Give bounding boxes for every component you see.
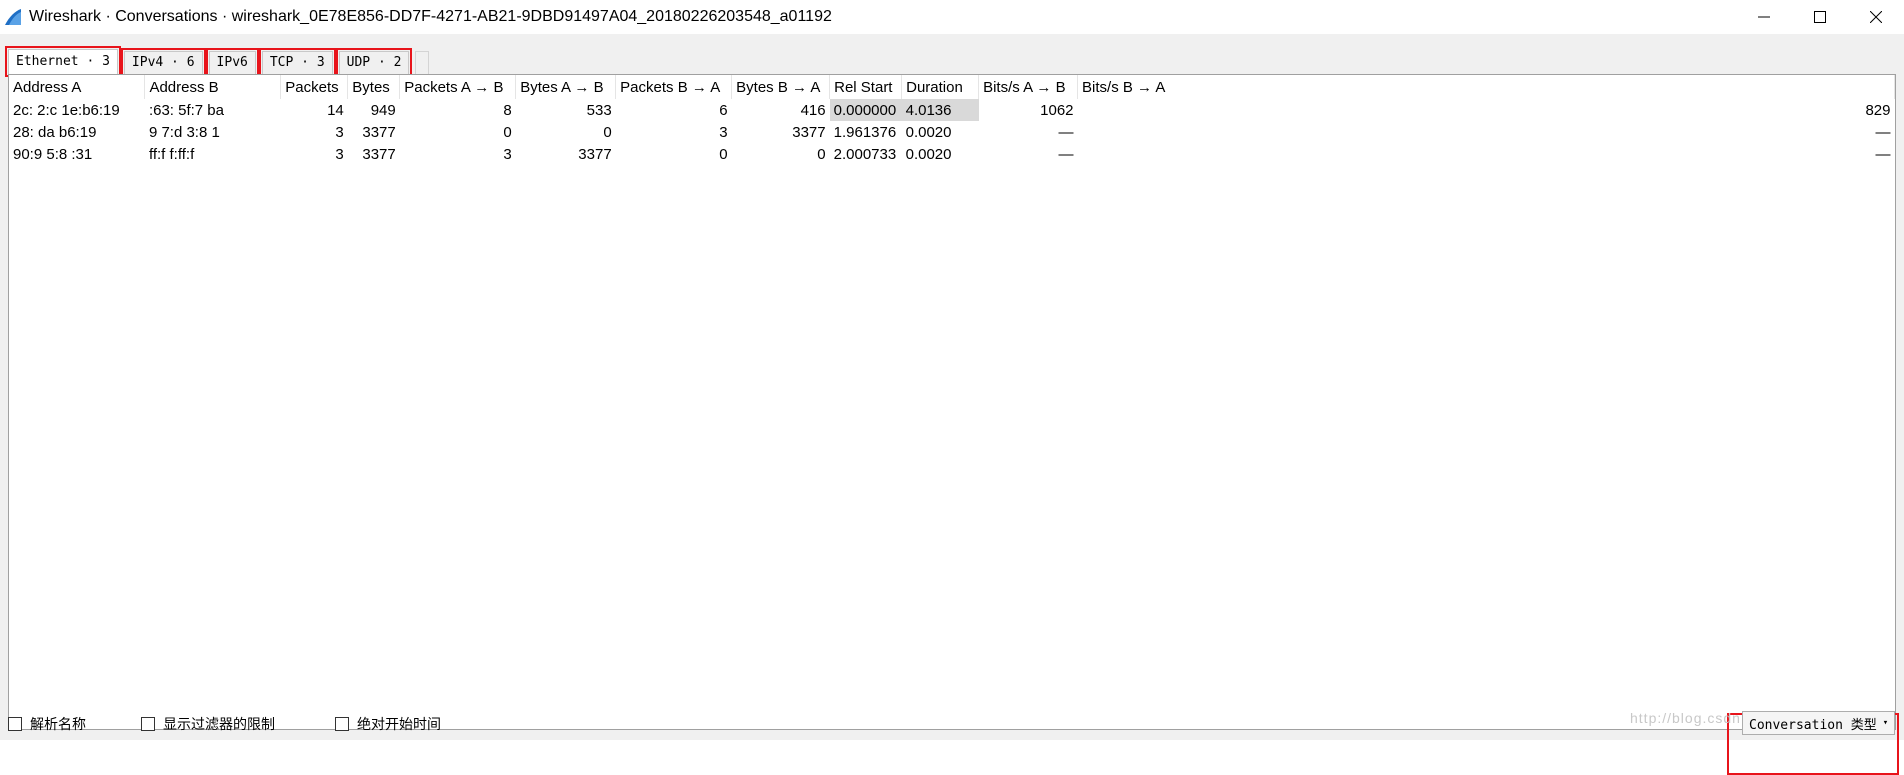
table-cell: 416	[800, 101, 826, 119]
table-cell: 0	[503, 123, 512, 141]
close-icon	[1870, 11, 1882, 23]
table-cell: —	[1875, 123, 1891, 141]
table-cell: 1.961376	[833, 123, 897, 141]
conversation-tabs: Ethernet · 3 IPv4 · 6 IPv6 TCP · 3 UDP ·…	[5, 46, 430, 77]
column-header[interactable]: Bits/s B → A	[1077, 75, 1895, 99]
table-cell: 28: da b6:19	[13, 123, 97, 141]
tab-udp[interactable]: UDP · 2	[335, 48, 413, 77]
conversation-type-label: Conversation 类型	[1749, 717, 1877, 733]
table-cell: 2c: 2:c 1e:b6:19	[13, 101, 120, 119]
table-cell: —	[1058, 123, 1074, 141]
limit-to-filter-checkbox[interactable]: 显示过滤器的限制	[141, 714, 275, 734]
minimize-icon	[1758, 16, 1770, 18]
tab-ipv6[interactable]: IPv6	[205, 48, 259, 77]
tab-ipv4[interactable]: IPv4 · 6	[120, 48, 206, 77]
conversation-table[interactable]: Address A Address B Packets Bytes Packets A …	[9, 75, 1895, 165]
table-cell: 0.0020	[905, 145, 952, 163]
maximize-icon	[1814, 11, 1826, 23]
absolute-start-label: 绝对开始时间	[357, 716, 441, 732]
table-cell: 6	[719, 101, 728, 119]
minimize-button[interactable]	[1736, 0, 1792, 34]
table-cell: ff:f f:ff:f	[148, 145, 195, 163]
table-cell: 3377	[578, 145, 612, 163]
checkbox-box	[8, 717, 22, 731]
table-cell: 3377	[362, 145, 396, 163]
conversation-table-frame: Address A Address B Packets Bytes Packets A …	[8, 74, 1896, 730]
tab-ethernet[interactable]: Ethernet · 3	[5, 46, 121, 77]
column-header[interactable]: Bytes A → B	[515, 75, 617, 99]
limit-to-filter-label: 显示过滤器的限制	[163, 716, 275, 732]
table-cell: 3377	[362, 123, 396, 141]
column-header[interactable]: Address A	[9, 75, 146, 99]
checkbox-box	[141, 717, 155, 731]
table-cell: 0.000000	[829, 99, 902, 121]
table-cell: 8	[503, 101, 512, 119]
column-header[interactable]: Packets A → B	[399, 75, 517, 99]
absolute-start-checkbox[interactable]: 绝对开始时间	[335, 714, 441, 734]
table-cell: 14	[327, 101, 344, 119]
table-cell: 2.000733	[833, 145, 897, 163]
column-header[interactable]: Rel Start	[829, 75, 903, 99]
table-cell: 533	[586, 101, 612, 119]
column-header[interactable]: Packets	[280, 75, 349, 99]
table-cell: 90:9 5:8 :31	[13, 145, 93, 163]
dropdown-arrow-icon: ▾	[1882, 718, 1889, 728]
table-row[interactable]: 90:9 5:8 :31 ff:f f:ff:f 3 3377 3 3377 0 0 2.000…	[9, 143, 1895, 165]
window-controls	[1736, 0, 1904, 34]
table-cell: 3377	[792, 123, 826, 141]
table-cell: 0	[817, 145, 826, 163]
column-header[interactable]: Packets B → A	[615, 75, 733, 99]
table-row[interactable]: 2c: 2:c 1e:b6:19 :63: 5f:7 ba 14 949 8 533 6 4…	[9, 99, 1895, 121]
table-cell: 0	[719, 145, 728, 163]
table-header-row: Address A Address B Packets Bytes Packets A …	[9, 75, 1895, 99]
wireshark-fin-icon	[5, 9, 21, 25]
conversation-type-button[interactable]: Conversation 类型 ▾	[1742, 711, 1896, 735]
table-cell: 3	[335, 123, 344, 141]
table-cell: 949	[370, 101, 396, 119]
resolve-names-checkbox[interactable]: 解析名称	[8, 714, 86, 734]
column-header[interactable]: Bytes	[347, 75, 401, 99]
column-header[interactable]: Address B	[144, 75, 282, 99]
table-cell: —	[1875, 145, 1891, 163]
table-cell: 0.0020	[905, 123, 952, 141]
table-cell: 829	[1865, 101, 1891, 119]
maximize-button[interactable]	[1792, 0, 1848, 34]
table-cell: :63: 5f:7 ba	[148, 101, 224, 119]
conversations-dialog: Ethernet · 3 IPv4 · 6 IPv6 TCP · 3 UDP ·…	[0, 34, 1904, 775]
table-cell: —	[1058, 145, 1074, 163]
window-title: Wireshark · Conversations · wireshark_0E…	[29, 8, 832, 25]
column-header[interactable]: Bytes B → A	[731, 75, 831, 99]
table-cell: 3	[503, 145, 512, 163]
title-bar: Wireshark · Conversations · wireshark_0E…	[0, 0, 1904, 34]
checkbox-box	[335, 717, 349, 731]
table-row[interactable]: 28: da b6:19 9 7:d 3:8 1 3 3377 0 0 3 3377 1.961…	[9, 121, 1895, 143]
column-header[interactable]: Bits/s A → B	[978, 75, 1079, 99]
table-cell: 1062	[1040, 101, 1074, 119]
table-cell: 9 7:d 3:8 1	[148, 123, 220, 141]
close-button[interactable]	[1848, 0, 1904, 34]
table-cell: 4.0136	[901, 99, 979, 121]
resolve-names-label: 解析名称	[30, 716, 86, 732]
table-cell: 3	[719, 123, 728, 141]
table-cell: 0	[603, 123, 612, 141]
column-header[interactable]: Duration	[901, 75, 980, 99]
tab-tcp[interactable]: TCP · 3	[258, 48, 336, 77]
tab-filler	[415, 51, 430, 74]
table-cell: 3	[335, 145, 344, 163]
